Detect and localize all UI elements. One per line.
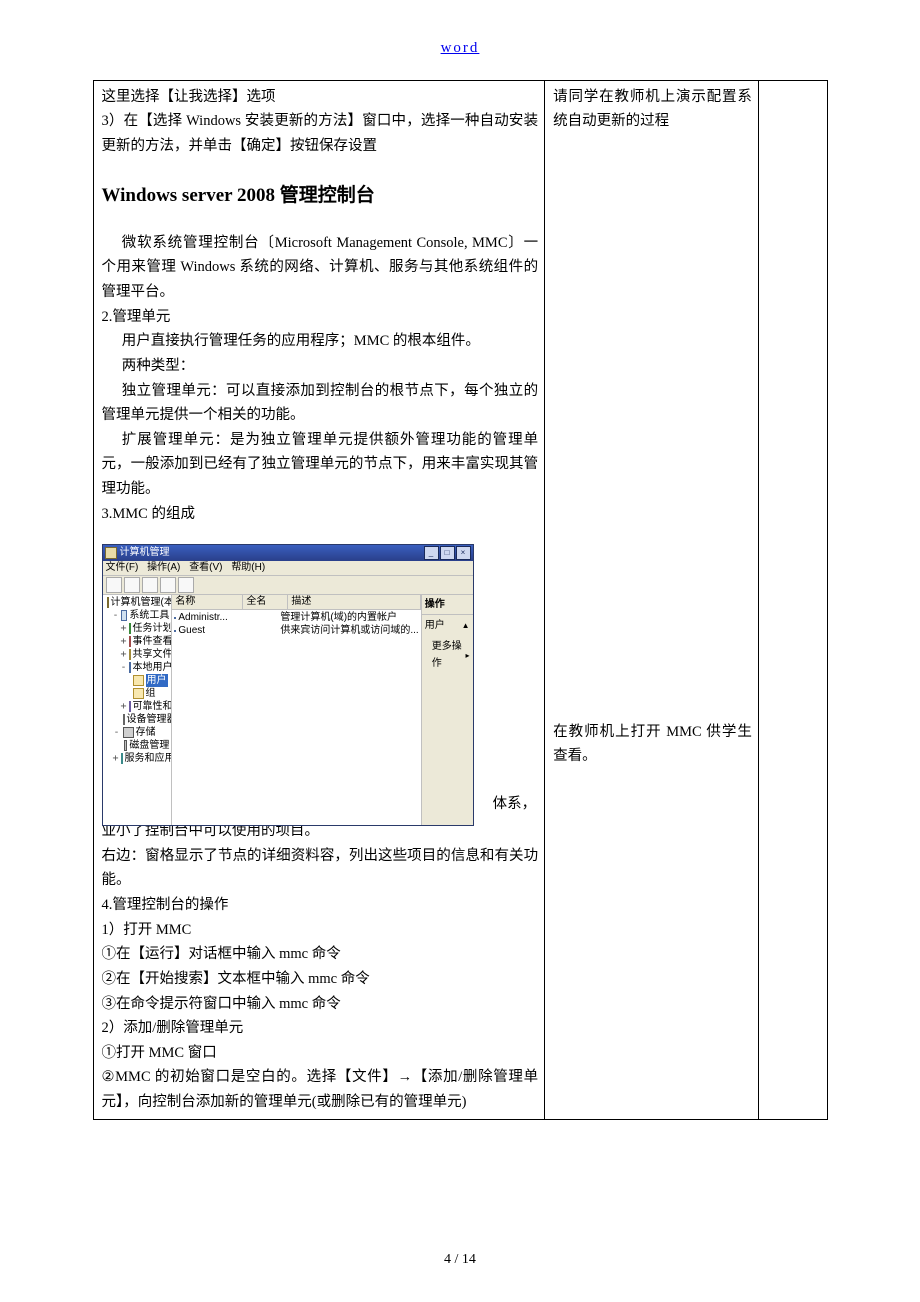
- tree-users-selected[interactable]: 用户: [146, 674, 168, 687]
- para-open-3: ③在命令提示符窗口中输入 mmc 命令: [102, 992, 539, 1017]
- page-header: word: [0, 0, 920, 74]
- event-viewer-icon: [129, 636, 131, 647]
- actions-more[interactable]: 更多操作▸: [422, 636, 473, 674]
- reliability-icon: [129, 701, 131, 712]
- minimize-button[interactable]: _: [424, 546, 439, 560]
- storage-icon: [123, 727, 134, 738]
- mmc-titlebar: 计算机管理 _ □ ×: [103, 545, 473, 561]
- mmc-menubar: 文件(F) 操作(A) 查看(V) 帮助(H): [103, 561, 473, 576]
- left-line-2: 3）在【选择 Windows 安装更新的方法】窗口中，选择一种自动安装更新的方法…: [102, 109, 539, 158]
- para-open-1: ①在【运行】对话框中输入 mmc 命令: [102, 942, 539, 967]
- toolbar-forward-icon[interactable]: [124, 577, 140, 593]
- close-button[interactable]: ×: [456, 546, 471, 560]
- list-row[interactable]: Guest 供来宾访问计算机或访问域的...: [174, 624, 418, 637]
- actions-header: 操作: [422, 595, 473, 615]
- para-two-types: 两种类型：: [102, 354, 539, 379]
- para-standalone: 独立管理单元：可以直接添加到控制台的根节点下，每个独立的管理单元提供一个相关的功…: [102, 379, 539, 428]
- tools-icon: [121, 610, 128, 621]
- para-right-pane: 右边：窗格显示了节点的详细资料容，列出这些项目的信息和有关功能。: [102, 844, 539, 893]
- right-cell: 请同学在教师机上演示配置系统自动更新的过程 在教师机上打开 MMC 供学生查看。: [545, 80, 759, 1119]
- users-groups-icon: [129, 662, 131, 673]
- scheduler-icon: [129, 623, 131, 634]
- right-note-2: 在教师机上打开 MMC 供学生查看。: [553, 720, 752, 769]
- menu-file[interactable]: 文件(F): [106, 562, 139, 573]
- shared-folders-icon: [129, 649, 131, 660]
- para-open-2: ②在【开始搜索】文本框中输入 mmc 命令: [102, 967, 539, 992]
- mmc-list-pane[interactable]: 名称 全名 描述 Administr... 管理计算机(域: [172, 595, 421, 825]
- col-fullname[interactable]: 全名: [243, 595, 288, 609]
- para-ops-title: 4.管理控制台的操作: [102, 893, 539, 918]
- section-heading: Windows server 2008 管理控制台: [102, 180, 539, 212]
- para-extension: 扩展管理单元：是为独立管理单元提供额外管理功能的管理单元，一般添加到已经有了独立…: [102, 428, 539, 502]
- third-cell: [758, 80, 827, 1119]
- user-icon: [174, 617, 176, 619]
- left-cell: 这里选择【让我选择】选项 3）在【选择 Windows 安装更新的方法】窗口中，…: [93, 80, 545, 1119]
- toolbar-refresh-icon[interactable]: [160, 577, 176, 593]
- computer-icon: [107, 597, 109, 608]
- para-ar-1: ①打开 MMC 窗口: [102, 1041, 539, 1066]
- list-row[interactable]: Administr... 管理计算机(域)的内置帐户: [174, 611, 418, 624]
- para-unit-desc: 用户直接执行管理任务的应用程序；MMC 的根本组件。: [102, 329, 539, 354]
- mmc-screenshot: 计算机管理 _ □ × 文件(F) 操作(A) 查看: [102, 544, 539, 817]
- device-manager-icon: [123, 714, 125, 725]
- user-icon: [174, 630, 176, 632]
- toolbar-back-icon[interactable]: [106, 577, 122, 593]
- toolbar-up-icon[interactable]: [142, 577, 158, 593]
- maximize-button[interactable]: □: [440, 546, 455, 560]
- col-desc[interactable]: 描述: [288, 595, 420, 609]
- mmc-app-icon: [105, 547, 117, 559]
- para-ar-2: ②MMC 的初始窗口是空白的。选择【文件】→【添加/删除管理单元】，向控制台添加…: [102, 1065, 539, 1114]
- mmc-title-text: 计算机管理: [120, 545, 170, 561]
- menu-action[interactable]: 操作(A): [147, 562, 180, 573]
- para-unit-title: 2.管理单元: [102, 305, 539, 330]
- para-mmc-intro: 微软系统管理控制台〔Microsoft Management Console, …: [102, 231, 539, 305]
- page-footer: 4 / 14: [0, 1230, 920, 1284]
- para-composition: 3.MMC 的组成: [102, 502, 539, 527]
- left-line-1: 这里选择【让我选择】选项: [102, 85, 539, 110]
- toolbar-help-icon[interactable]: [178, 577, 194, 593]
- actions-users[interactable]: 用户▲: [422, 615, 473, 636]
- overlapped-text-1: 体系，: [102, 792, 539, 817]
- services-icon: [121, 753, 123, 764]
- mmc-actions-pane: 操作 用户▲ 更多操作▸: [422, 595, 473, 825]
- col-name[interactable]: 名称: [172, 595, 243, 609]
- mmc-toolbar: [103, 576, 473, 595]
- disk-mgmt-icon: [124, 740, 128, 751]
- folder-icon: [133, 688, 144, 699]
- para-addremove: 2）添加/删除管理单元: [102, 1016, 539, 1041]
- mmc-tree-pane[interactable]: 计算机管理(本地) -系统工具 +任务计划程序 +事件查看器 +共享文件夹 -本…: [103, 595, 173, 825]
- menu-help[interactable]: 帮助(H): [231, 562, 265, 573]
- right-note-1: 请同学在教师机上演示配置系统自动更新的过程: [553, 85, 752, 134]
- page-number: 4 / 14: [444, 1252, 476, 1267]
- word-link[interactable]: word: [441, 40, 480, 56]
- menu-view[interactable]: 查看(V): [189, 562, 222, 573]
- folder-icon: [133, 675, 144, 686]
- para-open-mmc: 1）打开 MMC: [102, 918, 539, 943]
- content-table: 这里选择【让我选择】选项 3）在【选择 Windows 安装更新的方法】窗口中，…: [93, 80, 828, 1120]
